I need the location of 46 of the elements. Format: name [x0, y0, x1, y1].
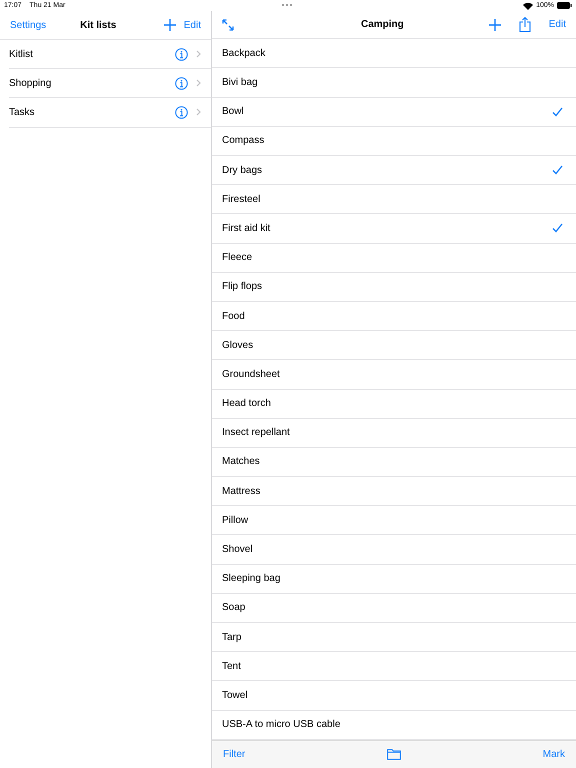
kit-item[interactable]: Backpack: [212, 39, 576, 68]
share-icon[interactable]: [518, 17, 531, 32]
kit-item[interactable]: Towel: [212, 681, 576, 711]
folder-icon[interactable]: [387, 748, 401, 760]
kit-item[interactable]: Shovel: [212, 535, 576, 565]
kit-item[interactable]: Compass: [212, 126, 576, 156]
kit-item[interactable]: Gloves: [212, 331, 576, 360]
wifi-icon: [523, 2, 534, 10]
kit-item[interactable]: Bowl: [212, 98, 576, 127]
kit-item[interactable]: Fleece: [212, 244, 576, 273]
add-icon[interactable]: [488, 18, 501, 31]
edit-button[interactable]: Edit: [548, 19, 566, 30]
kit-item[interactable]: First aid kit: [212, 214, 576, 244]
edit-button[interactable]: Edit: [184, 20, 201, 30]
kit-item[interactable]: Pillow: [212, 506, 576, 536]
kit-item[interactable]: Dry bags: [212, 156, 576, 186]
kit-item[interactable]: Groundsheet: [212, 360, 576, 390]
info-icon[interactable]: [175, 106, 188, 119]
battery-icon: [557, 2, 572, 9]
kit-item[interactable]: Flip flops: [212, 272, 576, 302]
info-icon[interactable]: [175, 48, 188, 61]
kit-item[interactable]: Sleeping bag: [212, 564, 576, 594]
kit-item[interactable]: Soap: [212, 594, 576, 623]
list-title: Camping: [360, 19, 405, 30]
kit-item[interactable]: Tarp: [212, 623, 576, 652]
kit-item[interactable]: Insect repellant: [212, 418, 576, 448]
add-icon[interactable]: [164, 19, 176, 31]
kit-item[interactable]: Matches: [212, 448, 576, 478]
chevron-icon: [196, 108, 201, 116]
filter-button[interactable]: Filter: [223, 748, 246, 760]
kit-item[interactable]: Tent: [212, 652, 576, 682]
settings-button[interactable]: Settings: [10, 20, 46, 30]
sidebar-title: Kit lists: [80, 20, 118, 30]
chevron-icon: [196, 50, 201, 58]
kit-item[interactable]: Bivi bag: [212, 68, 576, 98]
kit-item[interactable]: Firesteel: [212, 185, 576, 214]
list-item[interactable]: Shopping: [9, 69, 211, 98]
kit-item[interactable]: Food: [212, 302, 576, 332]
kit-item[interactable]: Mattress: [212, 477, 576, 506]
chevron-icon: [196, 79, 201, 88]
info-icon[interactable]: [175, 76, 188, 90]
list-item[interactable]: Tasks: [9, 98, 211, 128]
mark-button[interactable]: Mark: [542, 748, 565, 760]
list-item[interactable]: Kitlist: [9, 40, 211, 70]
kit-item[interactable]: Head torch: [212, 390, 576, 419]
expand-icon[interactable]: [222, 18, 234, 31]
